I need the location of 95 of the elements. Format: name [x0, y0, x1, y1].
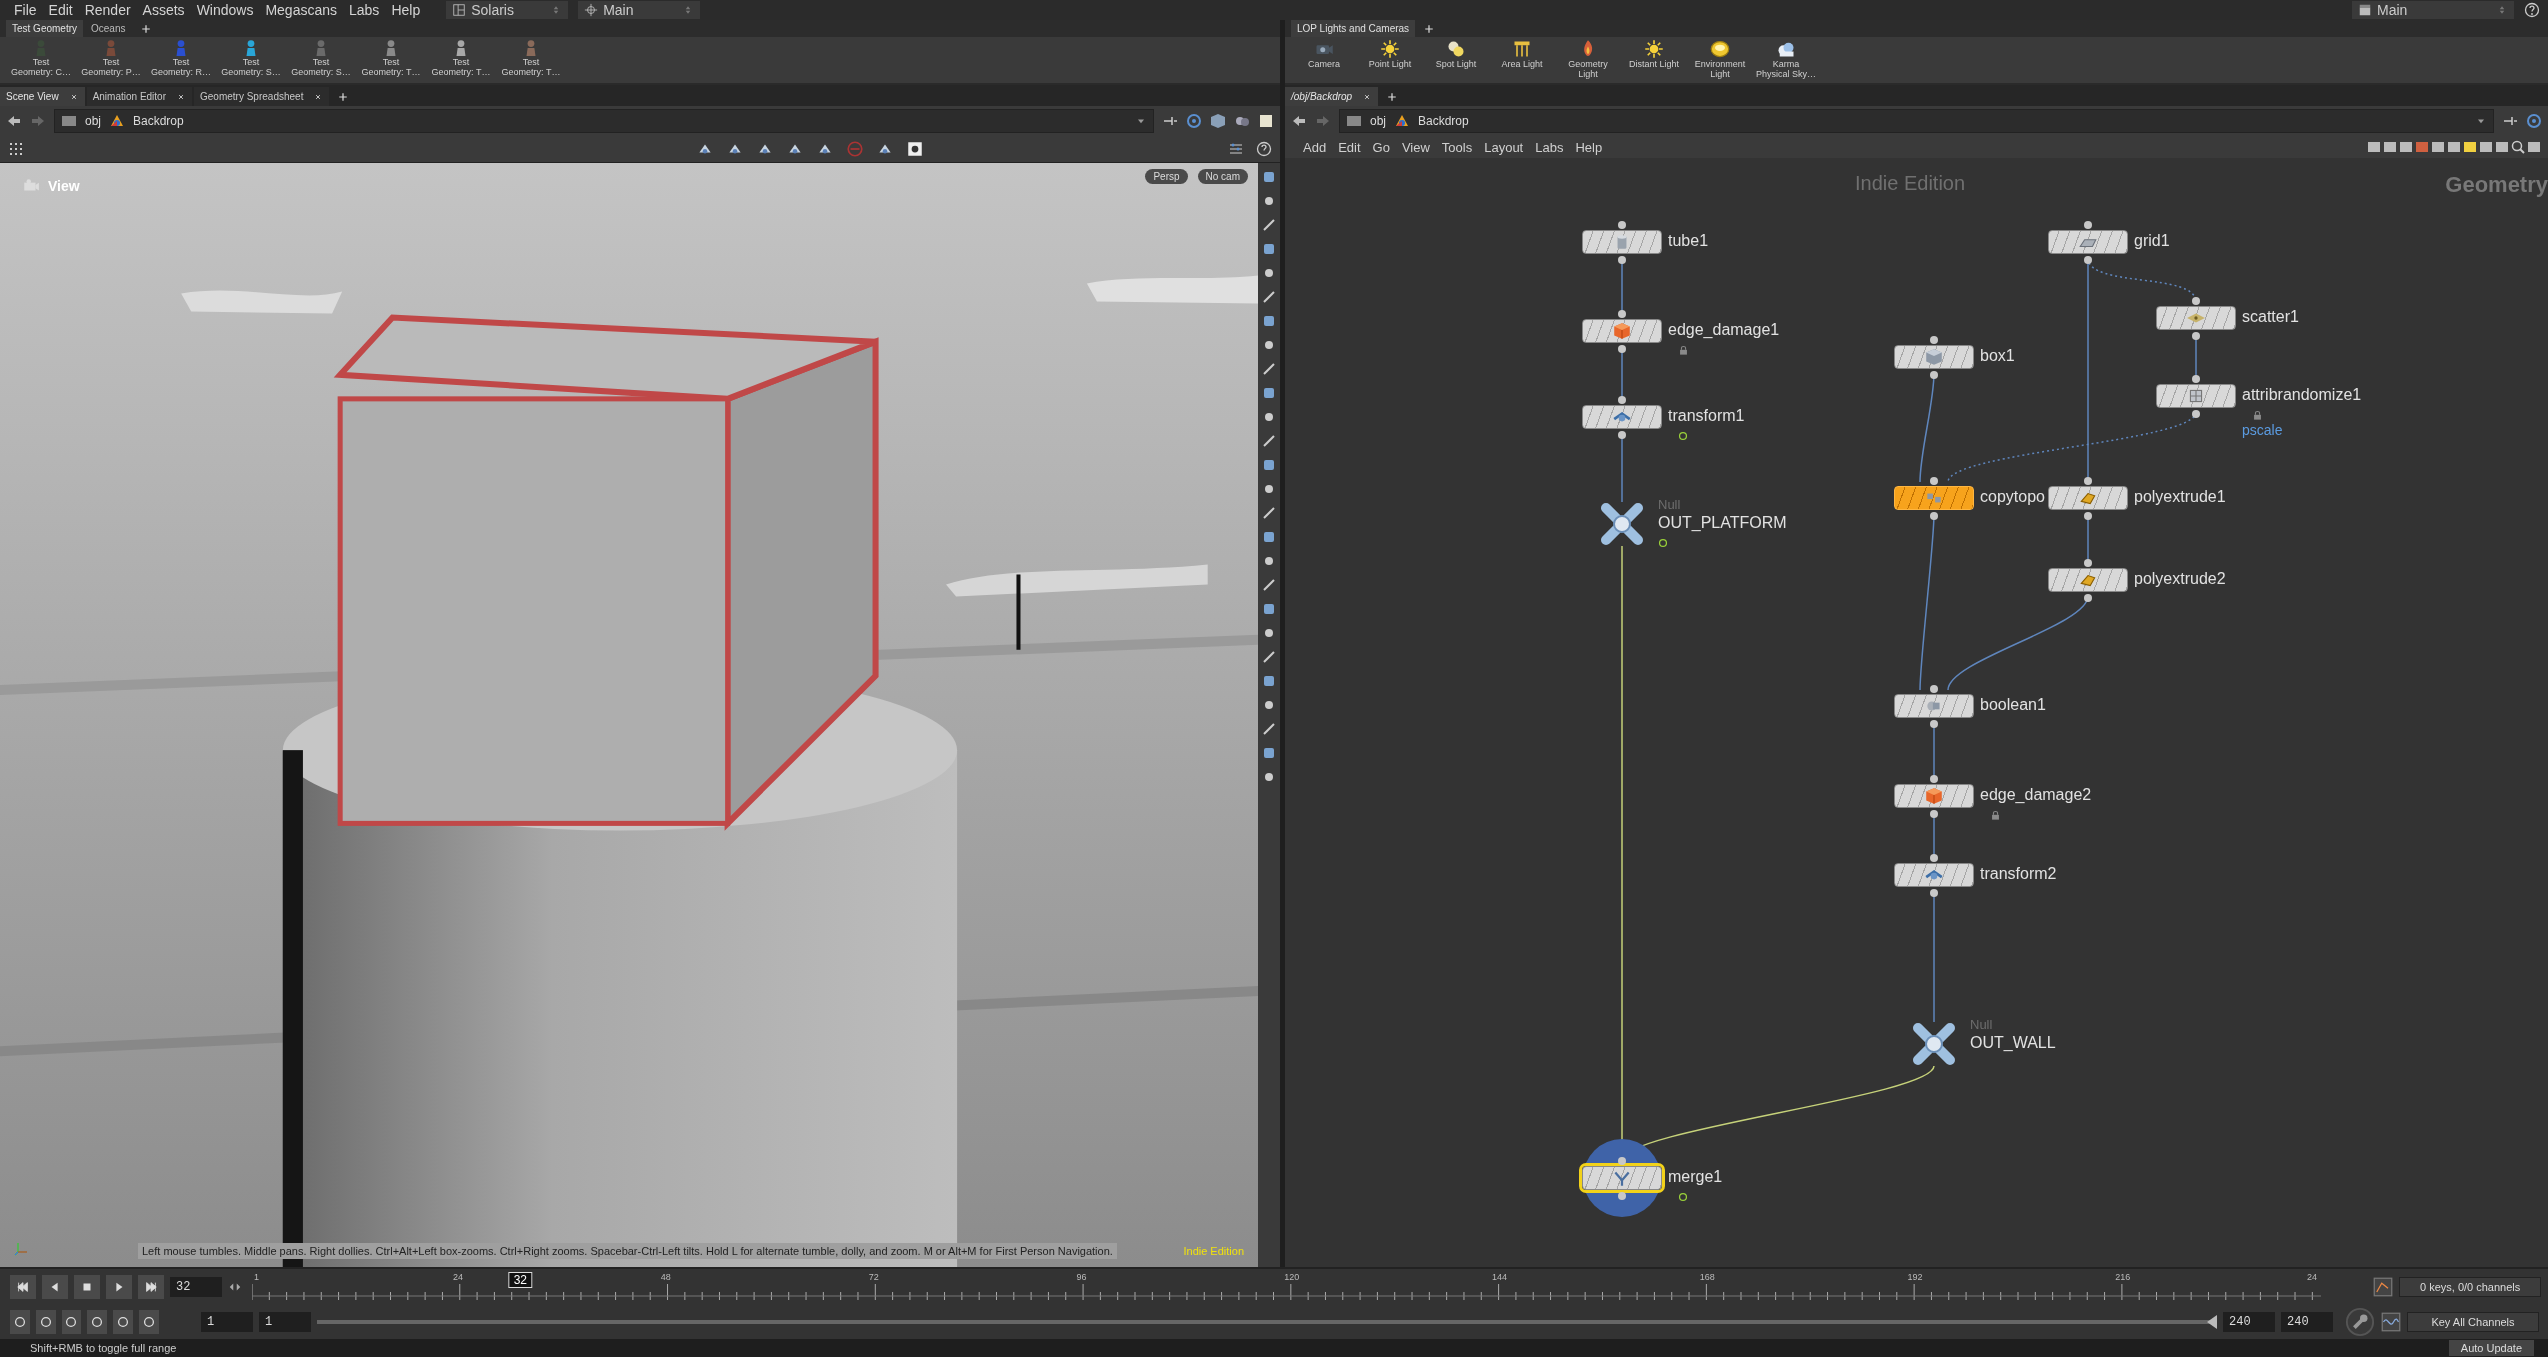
timeline-ruler[interactable]: 1 24 32 48 72 96 120 144 168 192 216 24	[252, 1271, 2321, 1302]
menu-item[interactable]: Windows	[190, 2, 260, 18]
range-end-field[interactable]: 240	[2281, 1311, 2333, 1332]
menu-item[interactable]: Assets	[136, 2, 191, 18]
node-label: grid1	[2134, 232, 2170, 250]
node-label: boolean1	[1980, 696, 2046, 714]
shelf-tool[interactable]: Geometry Light	[1559, 39, 1617, 79]
menu-item[interactable]: View	[1395, 139, 1436, 155]
menu-item[interactable]: File	[8, 2, 43, 18]
path-segment[interactable]: obj	[85, 114, 101, 128]
frame-tick-label: 24	[453, 1271, 464, 1282]
menu-item[interactable]: Go	[1366, 139, 1396, 155]
menu-item[interactable]: Labs	[1529, 139, 1570, 155]
status-message: Shift+RMB to toggle full range	[30, 1342, 177, 1354]
frame-tick-label: 120	[1284, 1271, 1300, 1282]
shelf-tool[interactable]: Distant Light	[1625, 39, 1683, 69]
frame-tick-label: 168	[1699, 1271, 1715, 1282]
shelf-tool[interactable]: Environment Light	[1691, 39, 1749, 79]
navigation-hint: Left mouse tumbles. Middle pans. Right dollies. Ctrl+Alt+Left box-zooms. Ctrl+Right zooms. Spacebar-Ctrl-Left tilts. Hold L for alternate tumble, dolly, and zoom. M or Alt+M for First Person Navigation.	[138, 1243, 1117, 1259]
edition-label: Indie Edition	[1183, 1245, 1244, 1257]
node-label: transform1	[1668, 407, 1745, 425]
camera-menu[interactable]: No cam	[1197, 169, 1248, 184]
frame-tick-label: 192	[1907, 1271, 1923, 1282]
pane-tab[interactable]: Geometry Spreadsheet	[194, 87, 330, 106]
frame-field[interactable]: 32	[170, 1276, 222, 1297]
update-mode-button[interactable]: Auto Update	[2448, 1340, 2534, 1356]
shelf-tool[interactable]: Test Geometry: C…	[10, 39, 72, 77]
node-label: tube1	[1668, 232, 1709, 250]
node-type-label: Null	[1970, 1017, 1993, 1032]
node-label: OUT_PLATFORM	[1658, 514, 1787, 532]
key-mode-dropdown[interactable]: Key All Channels	[2407, 1311, 2539, 1332]
node-label: OUT_WALL	[1970, 1034, 2056, 1052]
edition-label: Indie Edition	[1855, 172, 1966, 195]
node-label: attribrandomize1	[2242, 386, 2362, 404]
context-dropdown[interactable]: Main	[578, 1, 701, 19]
pane-tab[interactable]: Scene View	[0, 87, 85, 106]
attribute-label: pscale	[2242, 422, 2283, 438]
shelf-tool[interactable]: Test Geometry: P…	[80, 39, 142, 77]
path-segment[interactable]: Backdrop	[1418, 114, 1469, 128]
viewport-title: View	[48, 178, 80, 194]
menu-item[interactable]: Help	[385, 2, 427, 18]
node-label: merge1	[1668, 1168, 1723, 1186]
shelf-tool[interactable]: Test Geometry: R…	[150, 39, 212, 77]
shelf-tool[interactable]: Test Geometry: T…	[360, 39, 422, 77]
playhead[interactable]: 32	[508, 1271, 532, 1288]
frame-tick-label: 96	[1076, 1271, 1087, 1282]
shelf-tool[interactable]: Camera	[1295, 39, 1353, 69]
camera-menu[interactable]: Persp	[1145, 169, 1188, 184]
node-label: edge_damage2	[1980, 786, 2092, 804]
pane-tab[interactable]: Animation Editor	[86, 87, 192, 106]
menu-item[interactable]: Add	[1297, 139, 1333, 155]
node-label: polyextrude1	[2134, 488, 2226, 506]
range-start-field[interactable]: 1	[259, 1311, 311, 1332]
menu-item[interactable]: Labs	[343, 2, 386, 18]
path-field[interactable]: obj Backdrop	[54, 109, 1154, 133]
menu-item[interactable]: Megascans	[259, 2, 343, 18]
node-label: polyextrude2	[2134, 570, 2226, 588]
shelf-tool[interactable]: Test Geometry: S…	[290, 39, 352, 77]
node-label: copytopo	[1980, 488, 2045, 506]
context-label: Geometry	[2445, 172, 2548, 198]
range-end-field[interactable]: 240	[2223, 1311, 2275, 1332]
node-label: scatter1	[2242, 308, 2299, 326]
shelf-tool[interactable]: Test Geometry: S…	[220, 39, 282, 77]
menu-item[interactable]: Layout	[1478, 139, 1530, 155]
shelf-tool[interactable]: Test Geometry: T…	[500, 39, 562, 77]
frame-tick-label: 48	[660, 1271, 671, 1282]
frame-tick-label: 24	[2307, 1271, 2317, 1282]
menu-item[interactable]: Tools	[1435, 139, 1479, 155]
pane-tab[interactable]: /obj/Backdrop	[1285, 87, 1379, 106]
node-label: box1	[1980, 347, 2015, 365]
path-segment[interactable]: obj	[1370, 114, 1386, 128]
frame-tick-label: 216	[2115, 1271, 2131, 1282]
frame-tick-label: 1	[254, 1271, 259, 1282]
shelf-tool[interactable]: Test Geometry: T…	[430, 39, 492, 77]
shelf-tab[interactable]: LOP Lights and Cameras	[1291, 20, 1416, 37]
context-dropdown[interactable]: Main	[2352, 1, 2514, 19]
keys-status[interactable]: 0 keys, 0/0 channels	[2399, 1276, 2542, 1297]
node-label: transform2	[1980, 865, 2057, 883]
node-type-label: Null	[1658, 497, 1681, 512]
shelf-tool[interactable]: Point Light	[1361, 39, 1419, 69]
menu-item[interactable]: Edit	[42, 2, 79, 18]
menu-item[interactable]: Edit	[1332, 139, 1367, 155]
range-start-field[interactable]: 1	[201, 1311, 253, 1332]
path-field[interactable]: obj Backdrop	[1339, 109, 2494, 133]
shelf-tab[interactable]: Test Geometry	[6, 20, 84, 37]
frame-tick-label: 144	[1491, 1271, 1507, 1282]
menu-item[interactable]: Render	[78, 2, 137, 18]
node-label: edge_damage1	[1668, 321, 1780, 339]
path-segment[interactable]: Backdrop	[133, 114, 184, 128]
frame-tick-label: 72	[868, 1271, 879, 1282]
shelf-tool[interactable]: Karma Physical Sky…	[1757, 39, 1815, 79]
desktop-dropdown[interactable]: Solaris	[446, 1, 569, 19]
shelf-tool[interactable]: Spot Light	[1427, 39, 1485, 69]
shelf-tool[interactable]: Area Light	[1493, 39, 1551, 69]
menu-item[interactable]: Help	[1569, 139, 1609, 155]
